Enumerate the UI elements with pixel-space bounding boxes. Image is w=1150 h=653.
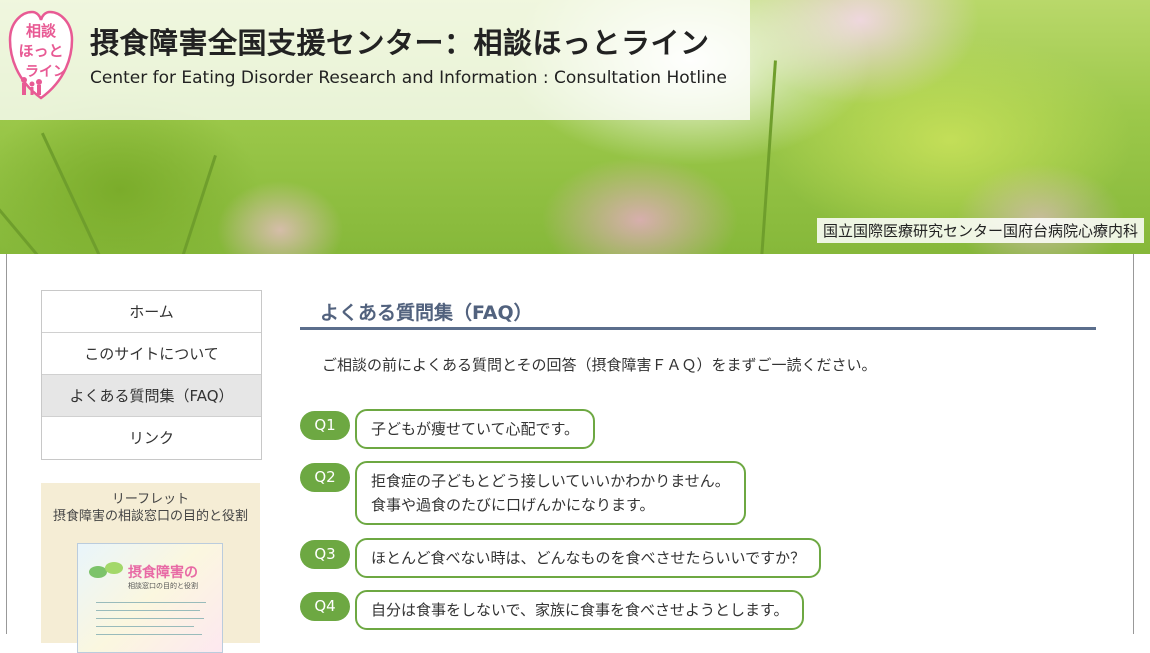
site-title-en: Center for Eating Disorder Research and … xyxy=(90,68,728,88)
text-line xyxy=(96,626,194,627)
site-logo[interactable]: 相談 ほっと ライン xyxy=(8,6,74,106)
faq-number-badge: Q2 xyxy=(300,463,350,492)
leaflet-subtitle: 摂食障害の相談窓口の目的と役割 xyxy=(52,509,248,524)
faq-item[interactable]: Q3 ほとんど食べない時は、どんなものを食べさせたらいいですか？ xyxy=(300,538,822,578)
faq-question: 自分は食事をしないで、家族に食事を食べさせようとします。 xyxy=(355,590,805,630)
text-line xyxy=(96,618,204,619)
faq-item[interactable]: Q4 自分は食事をしないで、家族に食事を食べさせようとします。 xyxy=(300,590,805,630)
faq-item[interactable]: Q1 子どもが痩せていて心配です。 xyxy=(300,409,596,449)
faq-question-line: ほとんど食べない時は、どんなものを食べさせたらいいですか？ xyxy=(371,549,806,567)
hotline-logo-icon: 相談 ほっと ライン xyxy=(8,10,74,100)
faq-question: ほとんど食べない時は、どんなものを食べさせたらいいですか？ xyxy=(355,538,822,578)
sidebar-item-faq[interactable]: よくある質問集（FAQ） xyxy=(42,375,261,417)
leaflet-thumb-title: 摂食障害の xyxy=(128,565,198,581)
text-line xyxy=(96,602,206,603)
grass-blade xyxy=(40,132,103,254)
affiliation-label: 国立国際医療研究センター国府台病院心療内科 xyxy=(816,218,1144,243)
faq-number-badge: Q4 xyxy=(300,592,350,621)
faq-number-badge: Q1 xyxy=(300,411,350,440)
text-line xyxy=(96,634,202,635)
leaflet-thumb-subtitle: 相談窓口の目的と役割 xyxy=(128,582,198,590)
faq-item[interactable]: Q2 拒食症の子どもとどう接しいていいかわかりません。 食事や過食のたびに口げん… xyxy=(300,461,746,525)
flower-stem xyxy=(760,60,777,254)
text-line xyxy=(96,610,200,611)
sidebar-item-about[interactable]: このサイトについて xyxy=(42,333,261,375)
faq-question-line: 子どもが痩せていて心配です。 xyxy=(371,420,580,438)
faq-question-line: 自分は食事をしないで、家族に食事を食べさせようとします。 xyxy=(371,601,789,619)
leaflet-label: リーフレット xyxy=(111,492,190,507)
grass-blade xyxy=(0,190,43,254)
page-title-text: よくある質問集（FAQ） xyxy=(320,302,533,324)
svg-text:ほっと: ほっと xyxy=(18,42,63,60)
intro-text: ご相談の前によくある質問とその回答（摂食障害ＦＡＱ）をまずご一読ください。 xyxy=(322,356,877,374)
leaflet-box: リーフレット 摂食障害の相談窓口の目的と役割 摂食障害の 相談窓口の目的と役割 xyxy=(41,483,260,653)
page-title: よくある質問集（FAQ） xyxy=(300,296,1096,330)
sidebar-nav: ホーム このサイトについて よくある質問集（FAQ） リンク xyxy=(41,290,262,460)
svg-text:ライン: ライン xyxy=(25,64,67,80)
sidebar-item-links[interactable]: リンク xyxy=(42,417,261,459)
site-title-ja: 摂食障害全国支援センター：相談ほっとライン xyxy=(90,26,710,60)
sidebar-item-home[interactable]: ホーム xyxy=(42,291,261,333)
header-banner: 相談 ほっと ライン 摂食障害全国支援センター：相談ほっとライン Center … xyxy=(0,0,1150,254)
leaflet-thumbnail-link[interactable]: 摂食障害の 相談窓口の目的と役割 xyxy=(77,543,223,653)
faq-number-badge: Q3 xyxy=(300,540,350,569)
faq-question-line: 拒食症の子どもとどう接しいていいかわかりません。 xyxy=(371,472,730,490)
faq-question: 子どもが痩せていて心配です。 xyxy=(355,409,596,449)
grass-blade xyxy=(180,154,217,254)
faq-question: 拒食症の子どもとどう接しいていいかわかりません。 食事や過食のたびに口げんかにな… xyxy=(355,461,746,525)
svg-text:相談: 相談 xyxy=(26,22,57,40)
leaves-icon xyxy=(89,562,123,578)
faq-question-line: 食事や過食のたびに口げんかになります。 xyxy=(371,496,655,514)
